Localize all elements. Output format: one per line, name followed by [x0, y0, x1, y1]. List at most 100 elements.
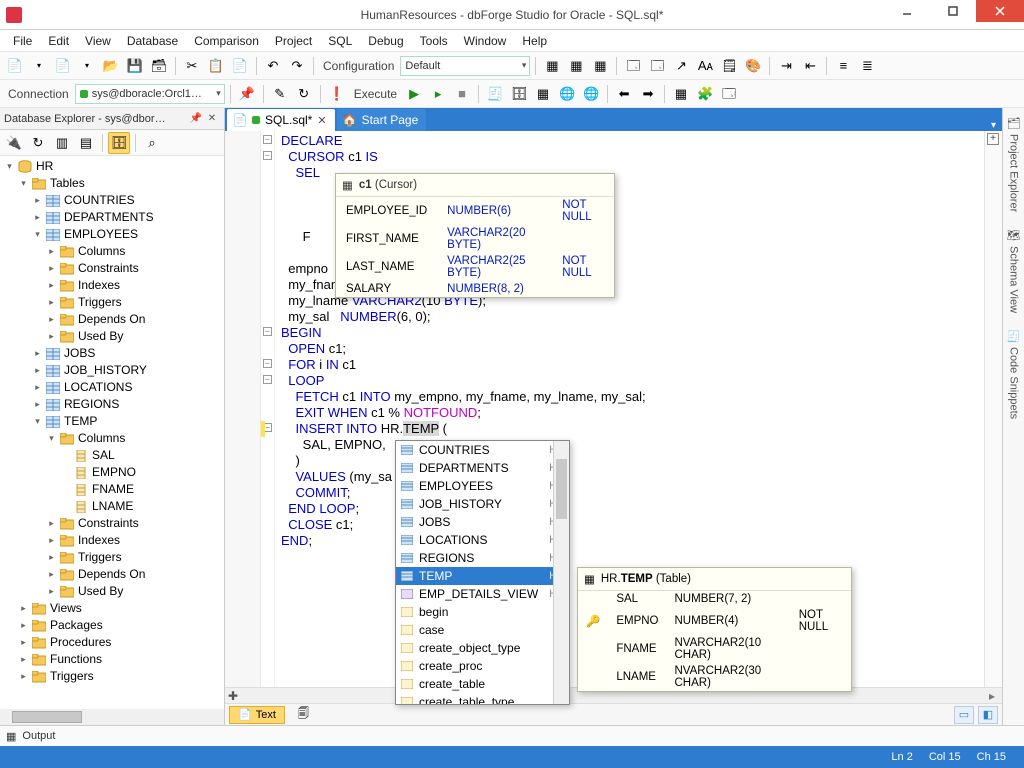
- menu-view[interactable]: View: [78, 32, 118, 50]
- new-sql-button[interactable]: 📄: [4, 55, 26, 77]
- tree-folder[interactable]: ▸Constraints: [0, 515, 224, 532]
- tree-schema-hr[interactable]: ▾HR: [0, 158, 224, 175]
- export-button[interactable]: ▦: [670, 83, 692, 105]
- tab-sql[interactable]: 📄 SQL.sql* ✕: [227, 109, 335, 131]
- db-tree[interactable]: ▾HR▾Tables▸COUNTRIES▸DEPARTMENTS▾EMPLOYE…: [0, 156, 224, 725]
- tree-folder[interactable]: ▸Triggers: [0, 549, 224, 566]
- tree-folder[interactable]: ▸Used By: [0, 583, 224, 600]
- menu-debug[interactable]: Debug: [361, 32, 410, 50]
- ac-item[interactable]: COUNTRIESHR: [396, 441, 569, 459]
- panel-close-icon[interactable]: ✕: [204, 111, 220, 127]
- ac-item[interactable]: EMPLOYEESHR: [396, 477, 569, 495]
- copy-button[interactable]: 📋: [205, 55, 227, 77]
- ac-item[interactable]: case: [396, 621, 569, 639]
- close-button[interactable]: [976, 0, 1024, 22]
- stop-button[interactable]: ■: [451, 83, 473, 105]
- tree-table[interactable]: ▸JOB_HISTORY: [0, 362, 224, 379]
- menu-edit[interactable]: Edit: [41, 32, 76, 50]
- db-filter-b-button[interactable]: ▤: [75, 132, 97, 154]
- tool-btn-g[interactable]: Aᴀ: [694, 55, 716, 77]
- new-file-dropdown[interactable]: ▾: [76, 55, 98, 77]
- redo-button[interactable]: ↷: [286, 55, 308, 77]
- grid-button[interactable]: ▦: [532, 83, 554, 105]
- bottom-tab-text[interactable]: 📄 Text: [229, 706, 285, 724]
- outdent-button[interactable]: ⇤: [799, 55, 821, 77]
- docmap-expand-icon[interactable]: +: [987, 133, 999, 145]
- tool-btn-e[interactable]: 🗔: [646, 55, 668, 77]
- nav-fwd-button[interactable]: ➡: [637, 83, 659, 105]
- autocomplete-scrollbar[interactable]: [553, 441, 569, 704]
- tree-column[interactable]: SAL: [0, 447, 224, 464]
- cut-button[interactable]: ✂: [181, 55, 203, 77]
- db-filter-button[interactable]: ⌕: [141, 132, 163, 154]
- open-button[interactable]: 📂: [100, 55, 122, 77]
- output-bar[interactable]: ▦ Output: [0, 725, 1024, 746]
- tree-table[interactable]: ▸REGIONS: [0, 396, 224, 413]
- debug-step-button[interactable]: ▸: [427, 83, 449, 105]
- tool-btn-h[interactable]: 🗒: [718, 55, 740, 77]
- menu-window[interactable]: Window: [457, 32, 514, 50]
- tree-folder-tables[interactable]: ▾Tables: [0, 175, 224, 192]
- right-tab-project-explorer[interactable]: 🗂Project Explorer: [1007, 116, 1021, 212]
- tab-start-page[interactable]: 🏠 Start Page: [337, 109, 427, 131]
- menu-file[interactable]: File: [6, 32, 39, 50]
- tree-hscroll[interactable]: [0, 709, 224, 725]
- tree-folder[interactable]: ▸Packages: [0, 617, 224, 634]
- breakpoint-button[interactable]: ❗: [326, 83, 348, 105]
- menu-comparison[interactable]: Comparison: [187, 32, 266, 50]
- tree-table[interactable]: ▸DEPARTMENTS: [0, 209, 224, 226]
- script-button[interactable]: 🧾: [484, 83, 506, 105]
- pin-button[interactable]: 📌: [236, 83, 258, 105]
- new-query-dropdown[interactable]: ▾: [28, 55, 50, 77]
- tool-btn-c[interactable]: ▦: [589, 55, 611, 77]
- indent-button[interactable]: ⇥: [775, 55, 797, 77]
- panel-pin-icon[interactable]: 📌: [188, 111, 204, 127]
- undo-button[interactable]: ↶: [262, 55, 284, 77]
- tab-close-icon[interactable]: ✕: [317, 114, 326, 127]
- config-select[interactable]: Default: [400, 56, 530, 76]
- ac-item[interactable]: create_table_type: [396, 693, 569, 705]
- ac-item[interactable]: begin: [396, 603, 569, 621]
- ac-item[interactable]: create_object_type: [396, 639, 569, 657]
- comment-button[interactable]: ≡: [832, 55, 854, 77]
- tree-folder[interactable]: ▸Triggers: [0, 294, 224, 311]
- db-show-schema-button[interactable]: 🗄: [108, 132, 130, 154]
- menu-project[interactable]: Project: [268, 32, 319, 50]
- tree-table-employees[interactable]: ▾EMPLOYEES: [0, 226, 224, 243]
- addon-button[interactable]: 🧩: [694, 83, 716, 105]
- layout-split-button[interactable]: ▭: [954, 706, 974, 724]
- tree-folder[interactable]: ▸Views: [0, 600, 224, 617]
- tool-btn-i[interactable]: 🎨: [742, 55, 764, 77]
- fold-column[interactable]: −−−−−−: [261, 131, 275, 687]
- save-all-button[interactable]: 🗃: [148, 55, 170, 77]
- tool-btn-b[interactable]: ▦: [565, 55, 587, 77]
- ac-item[interactable]: EMP_DETAILS_VIEWHR: [396, 585, 569, 603]
- execute-label[interactable]: Execute: [350, 87, 401, 101]
- right-tab-code-snippets[interactable]: 🧾Code Snippets: [1007, 329, 1021, 419]
- window-button[interactable]: 🗔: [718, 83, 740, 105]
- new-file-button[interactable]: 📄: [52, 55, 74, 77]
- tool-btn-f[interactable]: ↗: [670, 55, 692, 77]
- tree-column[interactable]: FNAME: [0, 481, 224, 498]
- tabs-overflow-icon[interactable]: ▾: [985, 120, 1002, 131]
- save-button[interactable]: 💾: [124, 55, 146, 77]
- tree-folder[interactable]: ▸Triggers: [0, 668, 224, 685]
- tree-folder[interactable]: ▸Constraints: [0, 260, 224, 277]
- ac-item[interactable]: TEMPHR: [396, 567, 569, 585]
- layout-full-button[interactable]: ◧: [978, 706, 998, 724]
- tree-table[interactable]: ▸LOCATIONS: [0, 379, 224, 396]
- menu-database[interactable]: Database: [120, 32, 185, 50]
- globe-b-button[interactable]: 🌐: [580, 83, 602, 105]
- maximize-button[interactable]: [930, 0, 976, 22]
- tree-table-temp[interactable]: ▾TEMP: [0, 413, 224, 430]
- tree-folder[interactable]: ▸Columns: [0, 243, 224, 260]
- ac-item[interactable]: JOBSHR: [396, 513, 569, 531]
- db-new-conn-button[interactable]: 🔌: [3, 132, 25, 154]
- document-map[interactable]: +: [984, 131, 1002, 687]
- tool-btn-d[interactable]: 🗔: [622, 55, 644, 77]
- ac-item[interactable]: DEPARTMENTSHR: [396, 459, 569, 477]
- autocomplete-popup[interactable]: COUNTRIESHRDEPARTMENTSHREMPLOYEESHRJOB_H…: [395, 440, 570, 705]
- db-refresh-button[interactable]: ↻: [27, 132, 49, 154]
- edit-button[interactable]: ✎: [269, 83, 291, 105]
- bottom-tab-other[interactable]: 🗐: [289, 706, 318, 724]
